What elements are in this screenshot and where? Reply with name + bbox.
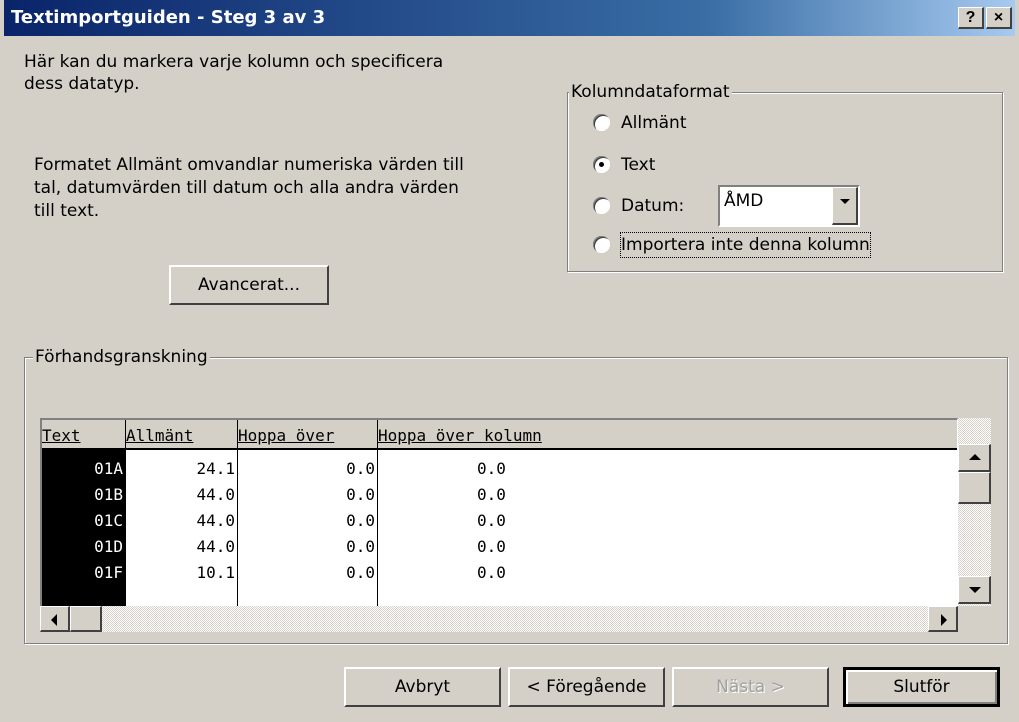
- date-format-dropdown-button[interactable]: [832, 187, 858, 225]
- radio-skip-column-label[interactable]: Importera inte denna kolumn: [620, 232, 871, 258]
- table-cell: 0.0: [477, 537, 506, 556]
- preview-column-1-selected[interactable]: 01A 01B 01C 01D 01F: [42, 450, 126, 609]
- date-format-value: ÅMD: [724, 191, 764, 211]
- table-cell: 0.0: [477, 485, 506, 504]
- preview-column-4[interactable]: 0.0 0.0 0.0 0.0 0.0: [378, 450, 957, 609]
- table-cell: 0.0: [477, 563, 506, 582]
- table-cell: 44.0: [196, 511, 235, 530]
- scroll-right-button[interactable]: [928, 606, 958, 632]
- preview-header-label: Text: [42, 426, 81, 445]
- radio-date[interactable]: [593, 197, 610, 214]
- title-bar[interactable]: Textimportguiden - Steg 3 av 3 ? ×: [4, 0, 1015, 36]
- intro-line-2: dess datatyp.: [24, 74, 140, 94]
- preview-group-title: Förhandsgranskning: [33, 346, 210, 368]
- close-button[interactable]: ×: [986, 7, 1012, 29]
- scroll-left-button[interactable]: [40, 606, 70, 632]
- radio-general[interactable]: [593, 114, 610, 131]
- column-format-group-title: Kolumndataformat: [569, 81, 732, 103]
- radio-text-label[interactable]: Text: [621, 153, 655, 177]
- preview-header-col-2[interactable]: Allmänt: [126, 420, 238, 450]
- radio-date-label[interactable]: Datum:: [621, 194, 684, 218]
- preview-header-label: Hoppa över: [238, 426, 335, 445]
- scroll-down-button[interactable]: [958, 576, 991, 604]
- cancel-button[interactable]: Avbryt: [344, 667, 501, 707]
- close-icon: ×: [993, 9, 1004, 26]
- back-button[interactable]: < Föregående: [508, 667, 665, 707]
- date-format-dropdown[interactable]: ÅMD: [718, 185, 860, 227]
- table-cell: 01F: [94, 563, 123, 582]
- help-button[interactable]: ?: [958, 7, 984, 29]
- table-cell: 01C: [94, 511, 123, 530]
- arrow-right-icon: [941, 614, 947, 626]
- preview-column-3[interactable]: 0.0 0.0 0.0 0.0 0.0: [238, 450, 378, 609]
- description-line-1: Formatet Allmänt omvandlar numeriska vär…: [34, 155, 464, 175]
- scroll-thumb-horizontal[interactable]: [70, 606, 102, 632]
- description-line-2: tal, datumvärden till datum och alla and…: [34, 178, 459, 198]
- table-cell: 0.0: [346, 511, 375, 530]
- scroll-thumb[interactable]: [958, 472, 991, 504]
- table-cell: 0.0: [477, 459, 506, 478]
- radio-skip-column[interactable]: [593, 236, 610, 253]
- table-cell: 0.0: [346, 485, 375, 504]
- table-cell: 0.0: [346, 459, 375, 478]
- table-cell: 44.0: [196, 537, 235, 556]
- table-cell: 10.1: [196, 563, 235, 582]
- chevron-down-icon: [840, 199, 850, 204]
- text-import-wizard-dialog: Textimportguiden - Steg 3 av 3 ? × Här k…: [0, 0, 1019, 722]
- table-cell: 44.0: [196, 485, 235, 504]
- preview-horizontal-scrollbar[interactable]: [40, 606, 958, 632]
- preview-header-col-4[interactable]: Hoppa över kolumn: [378, 420, 957, 450]
- description-line-3: till text.: [34, 201, 100, 221]
- table-cell: 24.1: [196, 459, 235, 478]
- table-cell: 0.0: [346, 537, 375, 556]
- advanced-button[interactable]: Avancerat...: [169, 265, 329, 305]
- radio-general-label[interactable]: Allmänt: [621, 111, 687, 135]
- radio-text[interactable]: [593, 156, 610, 173]
- preview-header-col-1[interactable]: Text: [42, 420, 126, 450]
- scroll-up-button[interactable]: [958, 444, 991, 472]
- preview-grid[interactable]: Text Allmänt Hoppa över Hoppa över kolum…: [40, 418, 958, 610]
- table-cell: 01D: [94, 537, 123, 556]
- table-cell: 01B: [94, 485, 123, 504]
- preview-header-col-3[interactable]: Hoppa över: [238, 420, 378, 450]
- arrow-left-icon: [51, 614, 57, 626]
- preview-column-2[interactable]: 24.1 44.0 44.0 44.0 10.1: [126, 450, 238, 609]
- table-cell: 0.0: [346, 563, 375, 582]
- table-cell: 01A: [94, 459, 123, 478]
- preview-vertical-scrollbar[interactable]: [958, 418, 991, 606]
- window-title: Textimportguiden - Steg 3 av 3: [11, 7, 326, 28]
- next-button[interactable]: Nästa >: [672, 667, 829, 707]
- arrow-up-icon: [969, 454, 981, 460]
- preview-header-label: Hoppa över kolumn: [378, 426, 542, 445]
- arrow-down-icon: [969, 587, 981, 593]
- finish-button[interactable]: Slutför: [843, 667, 1000, 707]
- preview-header-label: Allmänt: [126, 426, 194, 445]
- table-cell: 0.0: [477, 511, 506, 530]
